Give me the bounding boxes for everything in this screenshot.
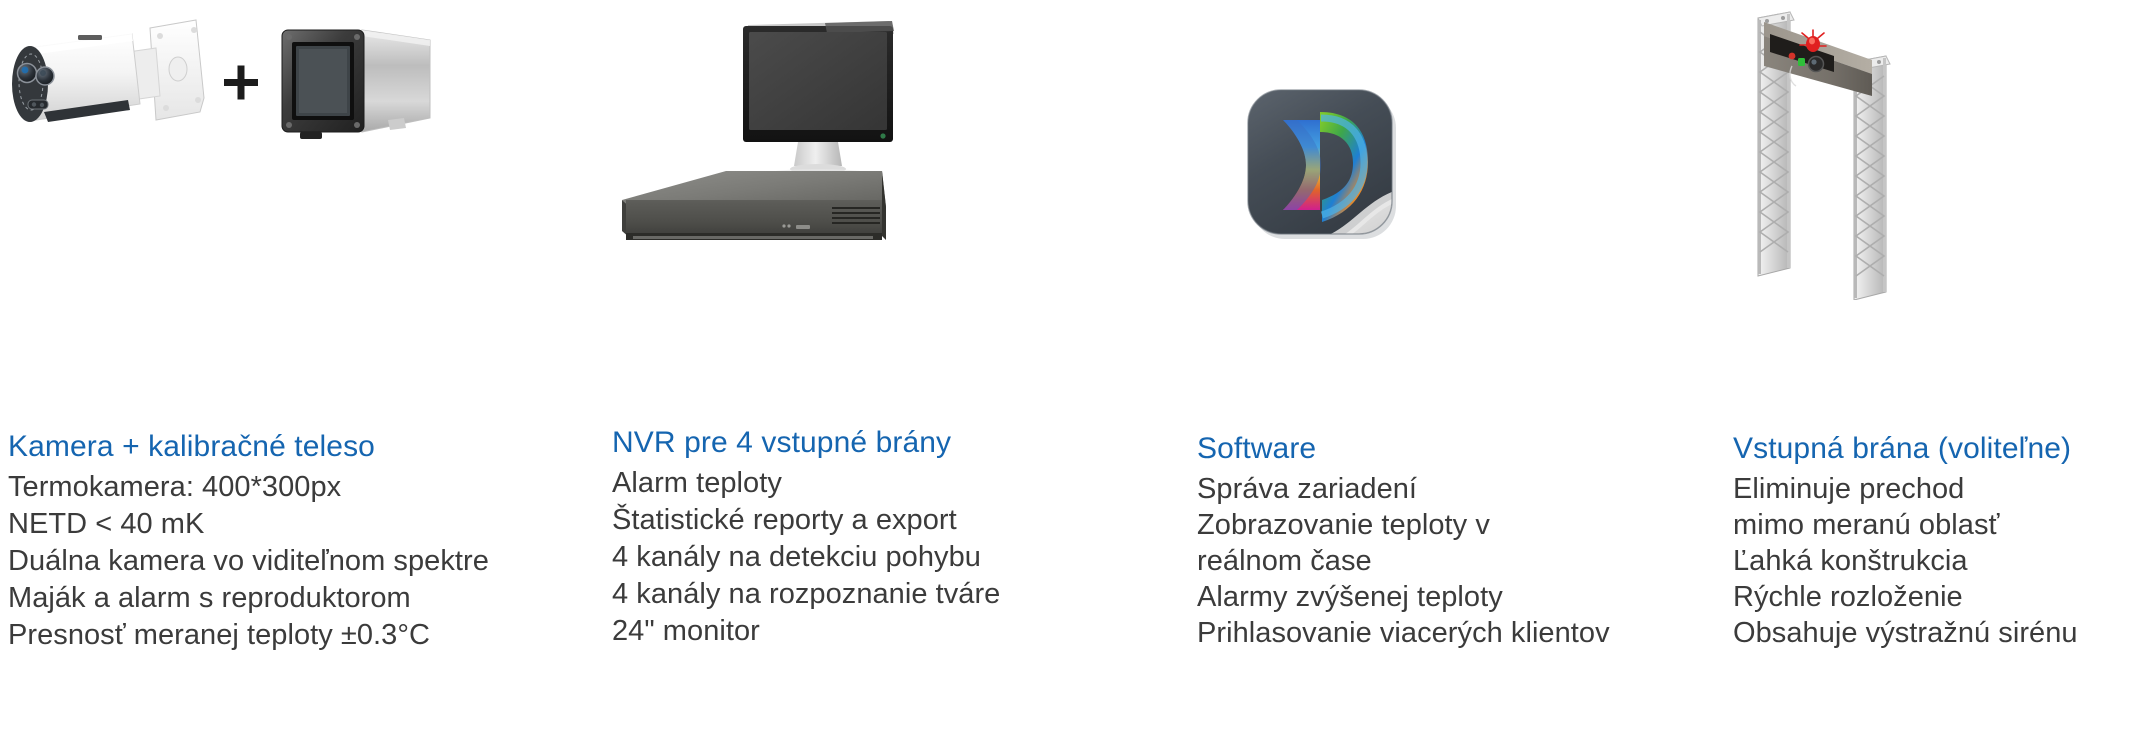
feature-item: Alarmy zvýšenej teploty — [1197, 581, 1503, 613]
feature-item: Alarm teploty — [612, 467, 782, 499]
nvr-recorder — [622, 171, 886, 240]
feature-item: 4 kanály na detekciu pohybu — [612, 541, 981, 573]
gate-copy-block: Vstupná brána (voliteľne) Eliminuje prec… — [1730, 430, 2155, 651]
feature-item: Prihlasovanie viacerých klientov — [1197, 617, 1610, 649]
app-icon — [1247, 89, 1396, 239]
gate-camera-lens — [1807, 55, 1825, 73]
thermal-bullet-camera — [12, 19, 205, 122]
column-heading-software: Software — [1197, 432, 1317, 465]
product-column-camera: Kamera + kalibračné teleso Termokamera: … — [0, 0, 600, 731]
column-heading-gate: Vstupná brána (voliteľne) — [1733, 432, 2072, 465]
feature-item: Presnosť meranej teploty ±0.3°C — [8, 619, 430, 651]
blackbody-calibrator — [281, 29, 431, 139]
indicator-red — [1788, 52, 1796, 60]
feature-list-camera: Termokamera: 400*300px NETD < 40 mK Duál… — [8, 469, 600, 654]
indicator-green — [1798, 58, 1805, 66]
feature-item: Správa zariadení — [1197, 473, 1418, 505]
product-column-gate: Vstupná brána (voliteľne) Eliminuje prec… — [1730, 0, 2155, 731]
monitor — [743, 21, 894, 183]
feature-list-gate: Eliminuje prechod mimo meranú oblasť Ľah… — [1733, 471, 2155, 651]
feature-item: Termokamera: 400*300px — [8, 471, 342, 503]
nvr-copy-block: NVR pre 4 vstupné brány Alarm teploty Št… — [600, 424, 1185, 650]
camera-and-blackbody-illustration — [0, 0, 600, 300]
software-icon-illustration — [1185, 0, 1730, 300]
product-column-nvr: NVR pre 4 vstupné brány Alarm teploty Št… — [600, 0, 1185, 731]
nvr-and-monitor-illustration — [600, 0, 1185, 300]
feature-list-nvr: Alarm teploty Štatistické reporty a expo… — [612, 465, 1185, 650]
column-heading-nvr: NVR pre 4 vstupné brány — [612, 426, 952, 459]
feature-item: Zobrazovanie teploty v reálnom čase — [1197, 509, 1490, 577]
feature-item: Obsahuje výstražnú sirénu — [1733, 617, 2078, 649]
feature-item: Eliminuje prechod mimo meranú oblasť — [1733, 473, 2000, 541]
feature-item: NETD < 40 mK — [8, 508, 205, 540]
software-copy-block: Software Správa zariadení Zobrazovanie t… — [1185, 430, 1730, 651]
product-overview-panel: Kamera + kalibračné teleso Termokamera: … — [0, 0, 2155, 731]
feature-item: 24" monitor — [612, 615, 760, 647]
feature-list-software: Správa zariadení Zobrazovanie teploty v … — [1197, 471, 1730, 651]
product-column-software: Software Správa zariadení Zobrazovanie t… — [1185, 0, 1730, 731]
entrance-gate-illustration — [1730, 0, 2155, 300]
feature-item: Maják a alarm s reproduktorom — [8, 582, 411, 614]
feature-item: Rýchle rozloženie — [1733, 581, 1963, 613]
column-heading-camera: Kamera + kalibračné teleso — [8, 430, 375, 463]
feature-item: Štatistické reporty a export — [612, 504, 957, 536]
feature-item: 4 kanály na rozpoznanie tváre — [612, 578, 1001, 610]
feature-item: Ľahká konštrukcia — [1733, 545, 1968, 577]
plus-sign-glyph — [224, 65, 258, 100]
camera-copy-block: Kamera + kalibračné teleso Termokamera: … — [0, 428, 600, 654]
feature-item: Duálna kamera vo viditeľnom spektre — [8, 545, 489, 577]
